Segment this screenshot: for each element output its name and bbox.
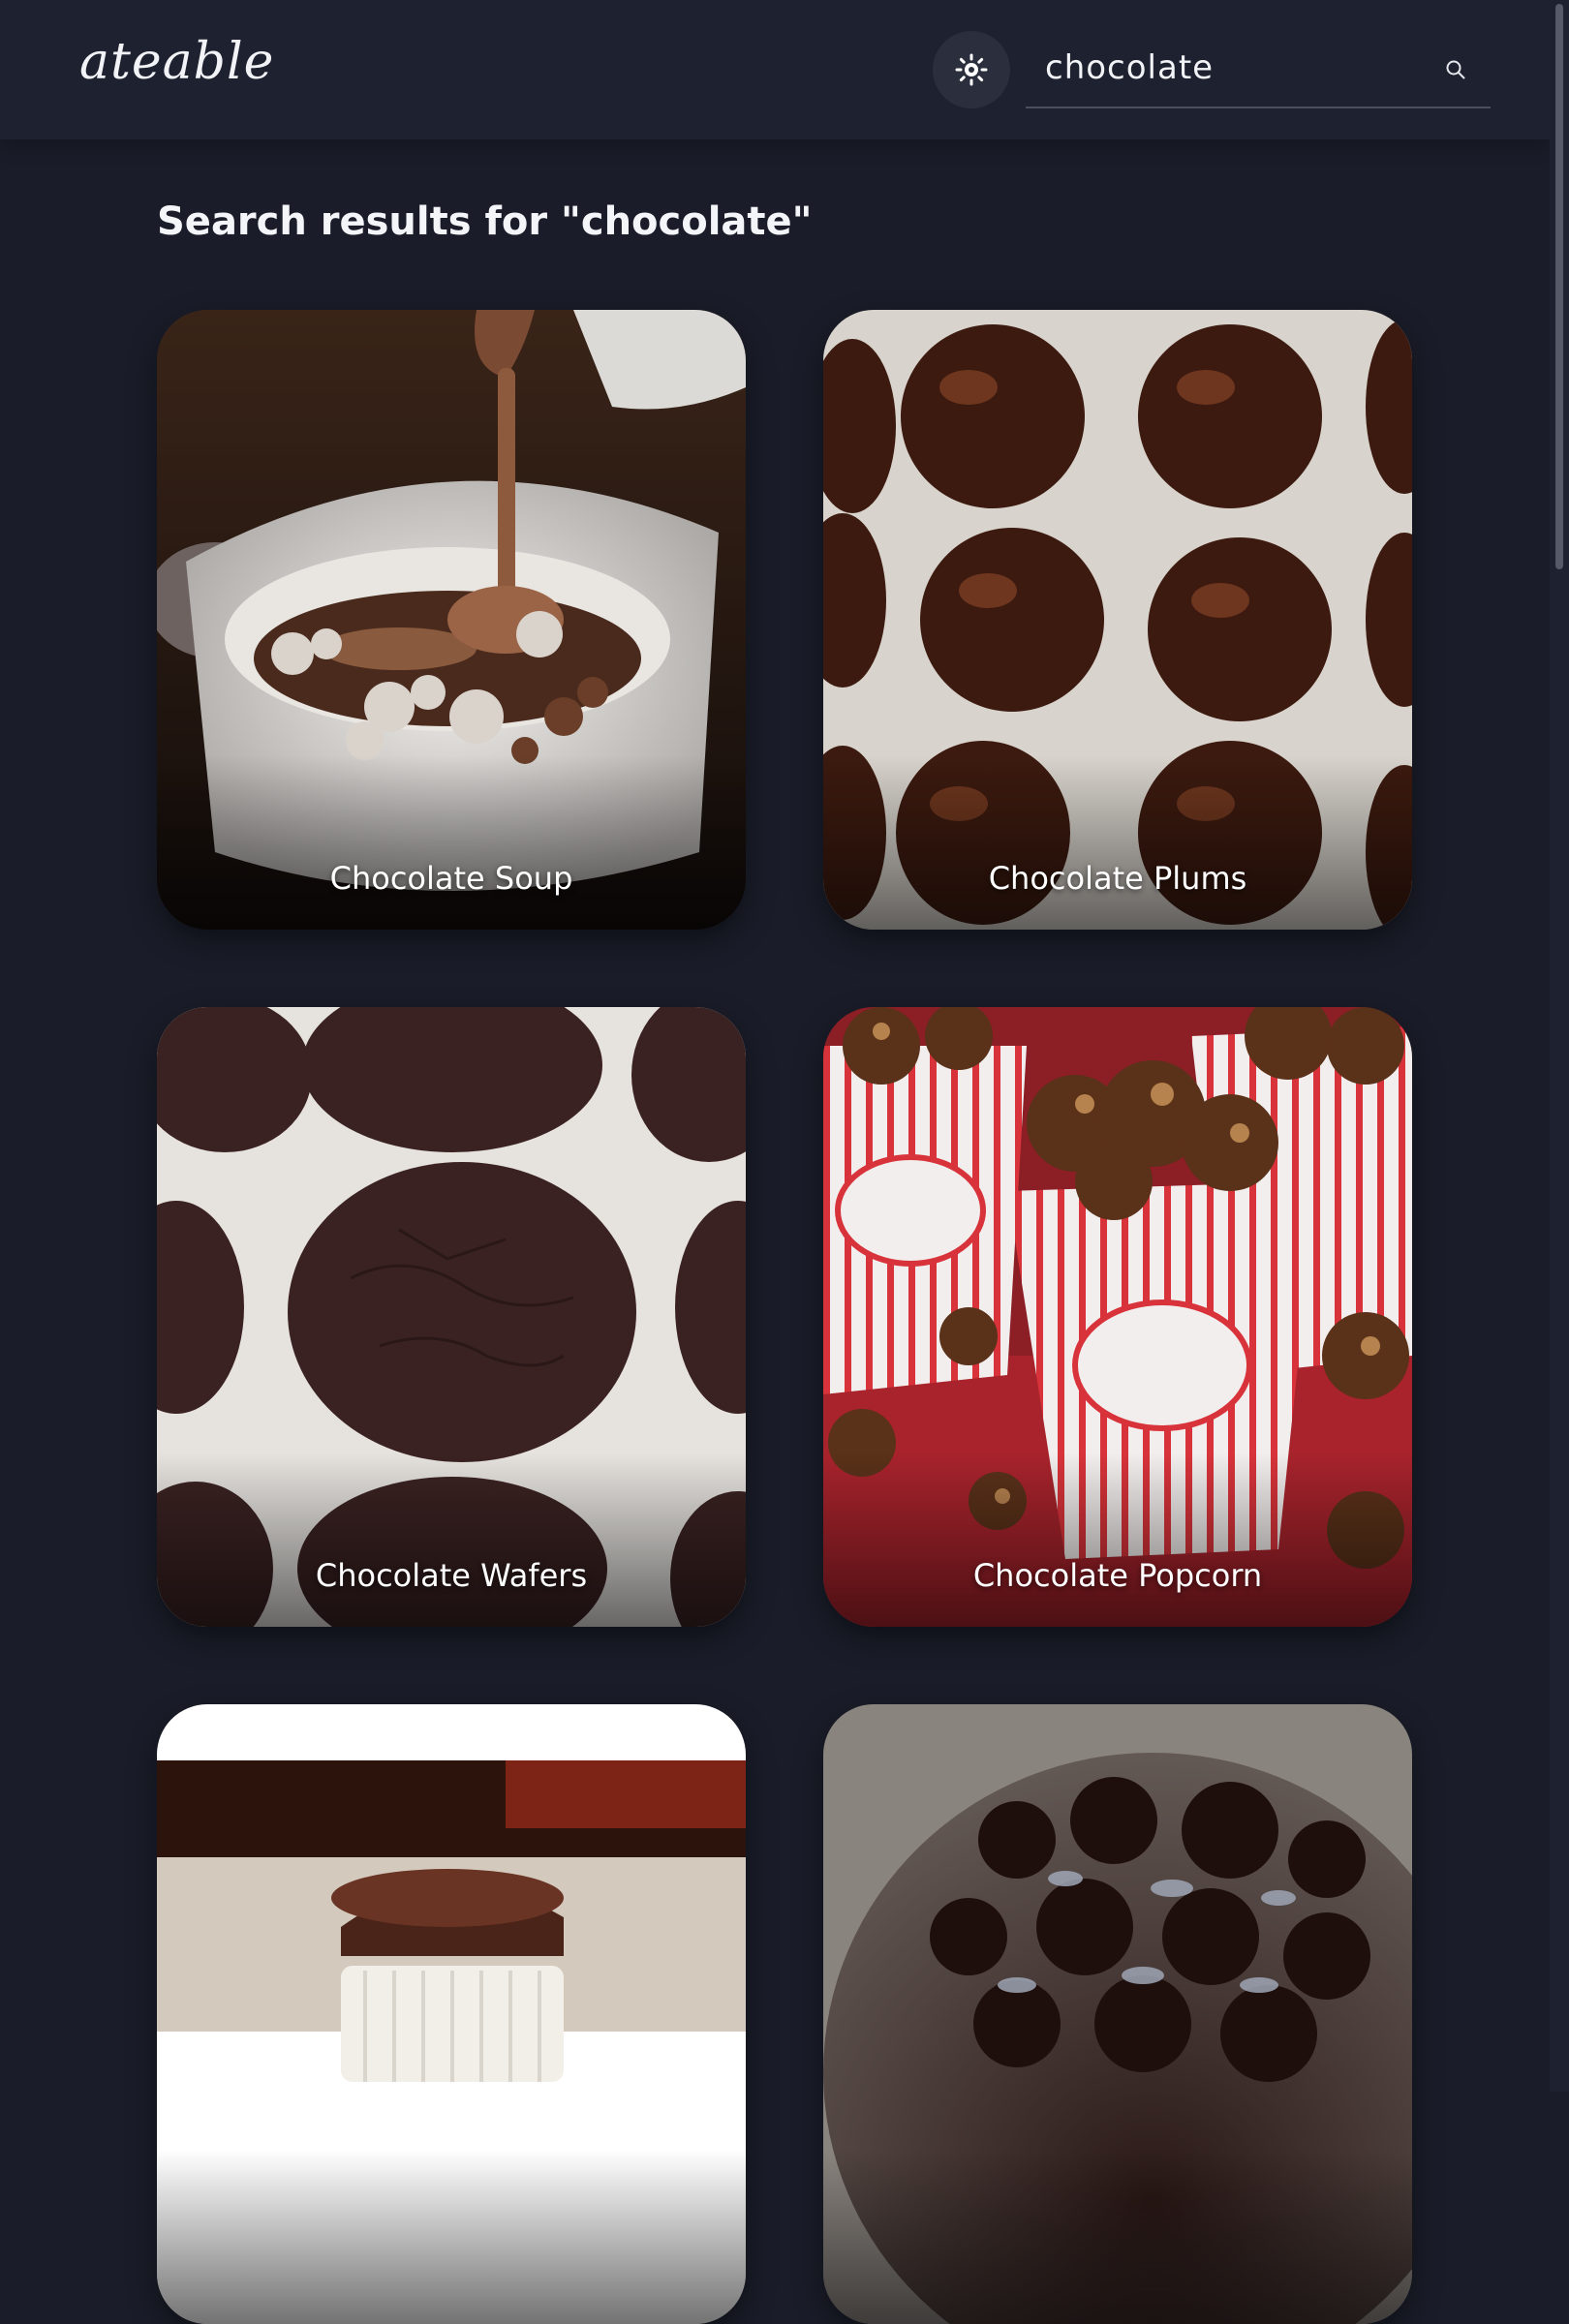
recipe-title: Chocolate Popcorn	[972, 1557, 1263, 1594]
card-overlay	[157, 2150, 746, 2324]
results-heading: Search results for "chocolate"	[157, 199, 813, 244]
scrollbar-thumb[interactable]	[1555, 4, 1563, 569]
recipe-card[interactable]: Chocolate Plums	[823, 310, 1412, 930]
results-grid: Chocolate Soup Chocolate Plums Chocolate…	[157, 310, 1412, 2324]
card-overlay	[157, 755, 746, 930]
card-overlay	[157, 1452, 746, 1627]
recipe-card[interactable]: Chocolate Soup	[157, 310, 746, 930]
recipe-card[interactable]	[823, 1704, 1412, 2324]
top-bar: ateable	[0, 0, 1550, 139]
card-overlay	[823, 1452, 1412, 1627]
recipe-title: Chocolate Wafers	[315, 1557, 588, 1594]
recipe-card[interactable]: Chocolate Popcorn	[823, 1007, 1412, 1627]
recipe-title: Chocolate Soup	[329, 860, 573, 897]
card-overlay	[823, 755, 1412, 930]
app-logo[interactable]: ateable	[79, 33, 274, 91]
search-box	[1026, 35, 1491, 108]
theme-toggle-button[interactable]	[933, 31, 1010, 108]
recipe-title: Chocolate Plums	[988, 860, 1247, 897]
search-icon	[1446, 60, 1465, 79]
recipe-card[interactable]	[157, 1704, 746, 2324]
card-overlay	[823, 2150, 1412, 2324]
recipe-card[interactable]: Chocolate Wafers	[157, 1007, 746, 1627]
search-input[interactable]	[1043, 41, 1411, 95]
search-button[interactable]	[1436, 50, 1475, 89]
sun-icon	[955, 53, 988, 86]
